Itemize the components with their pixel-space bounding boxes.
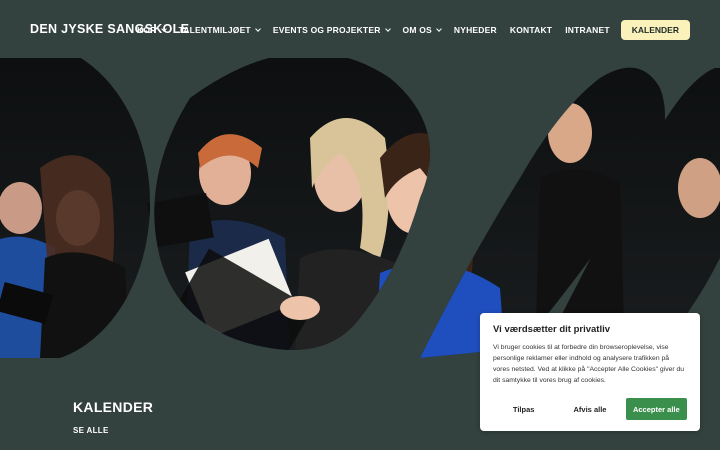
cookie-buttons: Tilpas Afvis alle Accepter alle <box>493 398 687 420</box>
nav-item-kor[interactable]: KOR <box>137 25 167 35</box>
chevron-down-icon <box>160 25 167 32</box>
nav-label: KOR <box>137 25 157 35</box>
nav-item-om-os[interactable]: OM OS <box>402 25 442 35</box>
chevron-down-icon <box>254 25 261 32</box>
nav-label: NYHEDER <box>453 25 497 35</box>
nav-label: INTRANET <box>565 25 610 35</box>
nav-label: TALENTMILJØET <box>178 25 251 35</box>
nav-label: EVENTS OG PROJEKTER <box>272 25 381 35</box>
accept-all-button[interactable]: Accepter alle <box>625 398 687 420</box>
cookie-title: Vi værdsætter dit privatliv <box>493 324 611 335</box>
nav-item-kontakt[interactable]: KONTAKT <box>510 25 552 35</box>
site-header: DEN JYSKE SANGSKOLE KOR TALENTMILJØET EV… <box>0 0 720 58</box>
calendar-button[interactable]: KALENDER <box>620 20 690 40</box>
see-all-link[interactable]: SE ALLE <box>73 426 109 435</box>
calendar-section-title: KALENDER <box>73 399 154 415</box>
main-nav: KOR TALENTMILJØET EVENTS OG PROJEKTER OM… <box>124 20 690 40</box>
cookie-text: Vi bruger cookies til at forbedre din br… <box>493 344 685 384</box>
chevron-down-icon <box>436 25 442 32</box>
chevron-down-icon <box>384 25 391 32</box>
reject-all-button[interactable]: Afvis alle <box>559 398 621 420</box>
nav-item-intranet[interactable]: INTRANET <box>565 25 610 35</box>
nav-item-talentmiljoet[interactable]: TALENTMILJØET <box>178 25 261 35</box>
nav-item-nyheder[interactable]: NYHEDER <box>454 25 497 35</box>
cookie-consent-dialog: Vi værdsætter dit privatliv Vi bruger co… <box>480 313 700 431</box>
nav-label: KONTAKT <box>509 25 553 35</box>
nav-item-events[interactable]: EVENTS OG PROJEKTER <box>272 25 391 35</box>
customize-button[interactable]: Tilpas <box>493 398 555 420</box>
nav-label: OM OS <box>402 25 432 35</box>
